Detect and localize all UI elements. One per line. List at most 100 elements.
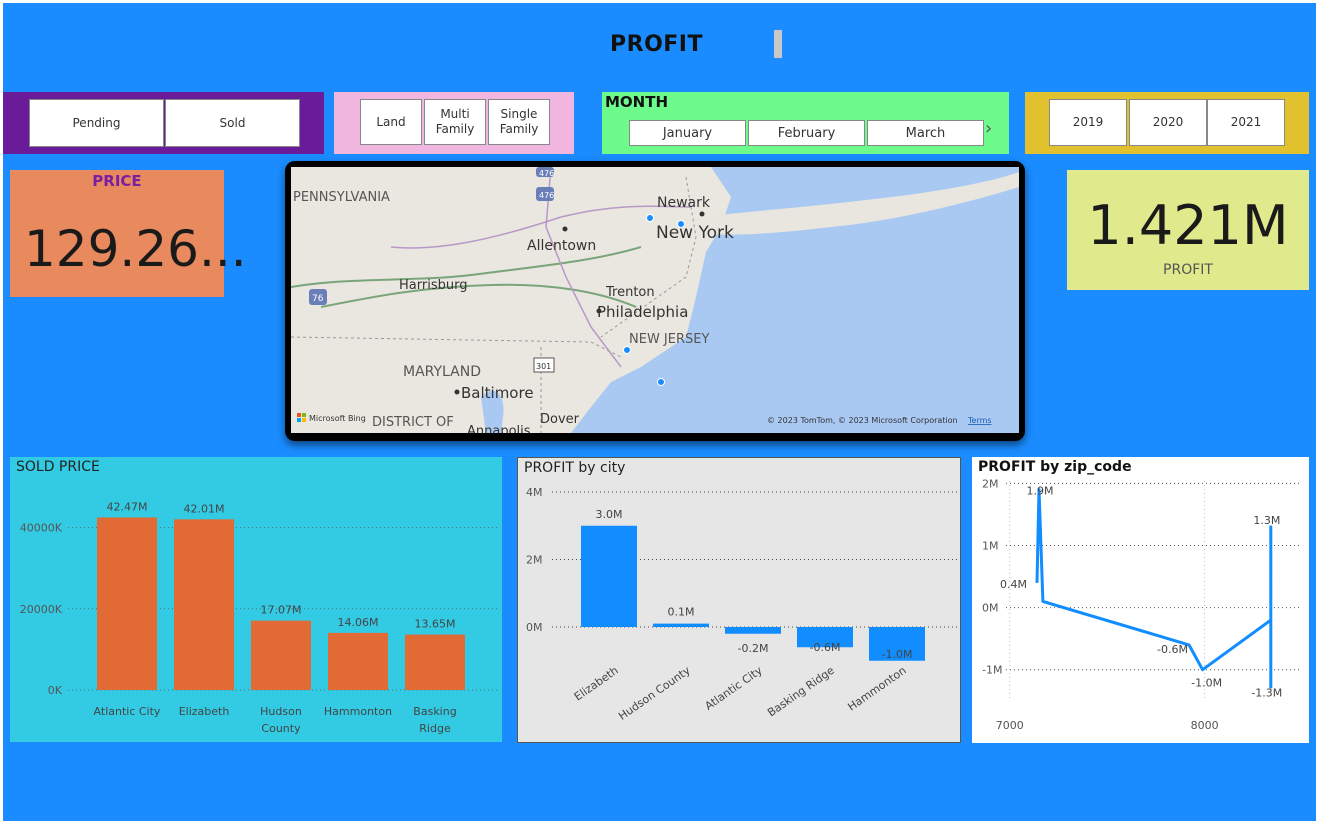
map-canvas[interactable]: PENNSYLVANIA Newark New York Allentown H…	[291, 167, 1019, 433]
map-label-new-jersey: NEW JERSEY	[629, 332, 709, 347]
bar	[174, 519, 234, 690]
page-title: PROFIT	[610, 32, 703, 57]
price-card-value: 129.26...	[24, 220, 247, 278]
month-slicer-items: January February March	[602, 92, 1009, 154]
sold-price-chart: 0K 20000K 40000K 42.47M Atlantic City 42.01M E…	[20, 500, 500, 735]
data-label: 1.9M	[1026, 485, 1053, 498]
y-tick-label: 20000K	[20, 603, 63, 616]
y-tick-label: 1M	[982, 540, 999, 553]
data-label: 3.0M	[596, 508, 623, 521]
map-road	[320, 283, 637, 308]
type-single-family-button[interactable]: Single Family	[488, 99, 550, 145]
map-data-point[interactable]	[646, 214, 654, 222]
x-tick-label: Basking	[413, 705, 456, 718]
map-road	[545, 167, 622, 368]
y-tick-label: 0K	[48, 684, 63, 697]
x-tick-label: Elizabeth	[179, 705, 230, 718]
bing-logo-icon	[302, 418, 306, 422]
y-tick-label: 4M	[526, 486, 543, 499]
data-label: -1.3M	[1251, 686, 1282, 699]
map-city-dot	[454, 389, 460, 395]
bing-logo-icon	[302, 413, 306, 417]
series-line	[1035, 488, 1273, 689]
bing-logo-icon	[297, 418, 301, 422]
data-label: 13.65M	[415, 618, 456, 631]
year-2021-button[interactable]: 2021	[1207, 99, 1285, 146]
data-label: 17.07M	[261, 604, 302, 617]
x-tick-label: Hudson	[260, 705, 302, 718]
data-label: 0.4M	[1000, 578, 1027, 591]
data-label: -0.6M	[810, 641, 841, 654]
profit-card-label: PROFIT	[1163, 262, 1213, 278]
data-label: 0.1M	[668, 606, 695, 619]
map-label-dover: Dover	[540, 412, 580, 427]
bar	[97, 517, 157, 690]
map-label-maryland: MARYLAND	[403, 364, 481, 380]
status-pending-button[interactable]: Pending	[29, 99, 164, 147]
map-data-point[interactable]	[677, 220, 685, 228]
x-tick-label: Elizabeth	[572, 664, 621, 704]
type-slicer: Land Multi Family Single Family	[334, 92, 574, 154]
data-label: -1.0M	[1191, 677, 1222, 690]
map-label-annapolis: Annapolis	[467, 424, 531, 433]
bar	[653, 623, 709, 627]
y-tick-label: 0M	[982, 602, 999, 615]
map-label-district-of: DISTRICT OF	[372, 415, 454, 430]
chevron-right-icon[interactable]: ›	[985, 118, 992, 139]
map-shield-label: 301	[536, 362, 551, 371]
x-tick-label: Hudson County	[616, 664, 693, 723]
year-2020-button[interactable]: 2020	[1129, 99, 1207, 146]
map-label-trenton: Trenton	[605, 285, 655, 300]
map-shield-label: 76	[312, 294, 324, 304]
profit-card: 1.421M PROFIT	[1067, 170, 1309, 290]
bar	[725, 627, 781, 634]
sold-price-panel: SOLD PRICE 0K 20000K 40000K 42.47M Atlantic …	[10, 457, 502, 742]
map-label-harrisburg: Harrisburg	[399, 278, 467, 293]
profit-zip-chart: -1M 0M 1M 2M 7000 8000 0.4M 1.9M -0.6M -1.0M 1.3M -…	[982, 477, 1300, 732]
map-shield-label: 476	[539, 169, 554, 178]
bar	[328, 632, 388, 690]
map-label-newark: Newark	[657, 195, 711, 211]
map-visual: PENNSYLVANIA Newark New York Allentown H…	[285, 161, 1025, 441]
map-terms-link[interactable]: Terms	[967, 416, 992, 425]
map-label-allentown: Allentown	[527, 238, 596, 254]
year-slicer: 2019 2020 2021	[1025, 92, 1309, 154]
profit-city-chart: 0M 2M 4M 3.0M Elizabeth 0.1M Hudson County -0.2…	[526, 486, 958, 723]
y-tick-label: 2M	[526, 554, 543, 567]
map-data-point[interactable]	[623, 346, 631, 354]
map-branding: Microsoft Bing	[309, 414, 366, 423]
data-label: -1.0M	[882, 648, 913, 661]
status-sold-button[interactable]: Sold	[165, 99, 300, 147]
type-land-button[interactable]: Land	[360, 99, 422, 145]
bar	[581, 525, 637, 627]
y-tick-label: 0M	[526, 621, 543, 634]
x-tick-label: Atlantic City	[702, 664, 765, 713]
map-label-philadelphia: Philadelphia	[597, 303, 688, 321]
x-tick-label: Ridge	[419, 722, 451, 735]
month-march-button[interactable]: March	[867, 120, 984, 146]
year-2019-button[interactable]: 2019	[1049, 99, 1127, 146]
x-tick-label: Atlantic City	[94, 705, 161, 718]
bar	[405, 634, 465, 690]
map-city-dot	[699, 211, 705, 217]
type-multi-family-button[interactable]: Multi Family	[424, 99, 486, 145]
bing-logo-icon	[297, 413, 301, 417]
y-tick-label: 2M	[982, 477, 999, 490]
map-state-border	[291, 336, 622, 358]
map-shield-label: 476	[539, 191, 554, 200]
map-data-point[interactable]	[657, 378, 665, 386]
status-slicer: Pending Sold	[3, 92, 324, 154]
profit-zip-panel: PROFIT by zip_code -1M 0M 1M 2M 7000 8000 0.4M…	[972, 457, 1309, 743]
y-tick-label: -1M	[982, 664, 1002, 677]
month-january-button[interactable]: January	[629, 120, 746, 146]
map-label-pennsylvania: PENNSYLVANIA	[293, 190, 390, 205]
map-city-dot	[596, 308, 602, 314]
x-tick-label: Basking Ridge	[765, 664, 837, 720]
data-label: 42.47M	[107, 500, 148, 513]
data-label: 1.3M	[1253, 514, 1280, 527]
profit-city-panel: PROFIT by city 0M 2M 4M 3.0M Elizabeth 0.1M Hu…	[517, 457, 961, 743]
month-february-button[interactable]: February	[748, 120, 865, 146]
price-card: PRICE 129.26...	[10, 170, 247, 297]
x-tick-label: County	[261, 722, 301, 735]
map-label-baltimore: Baltimore	[461, 384, 534, 402]
